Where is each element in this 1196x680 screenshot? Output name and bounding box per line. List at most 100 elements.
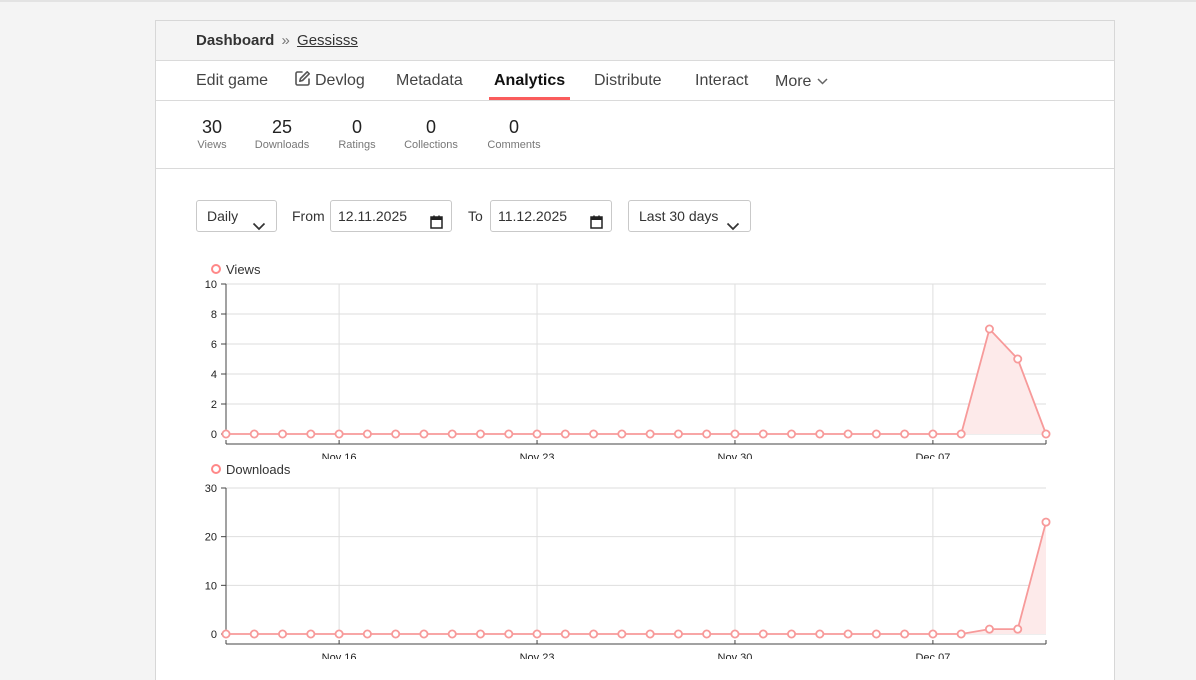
- data-point: [984, 324, 994, 334]
- tab-label: Interact: [695, 72, 749, 89]
- data-point: [447, 629, 457, 639]
- tab-interact[interactable]: Interact: [695, 61, 748, 101]
- breadcrumb-game-link[interactable]: Gessisss: [297, 32, 358, 49]
- data-point: [1013, 354, 1023, 364]
- stat-label: Collections: [404, 139, 458, 151]
- calendar-icon[interactable]: [590, 209, 603, 239]
- series-area: [226, 522, 1046, 634]
- tab-metadata[interactable]: Metadata: [396, 61, 463, 101]
- tab-label: Edit game: [196, 72, 269, 89]
- calendar-icon[interactable]: [430, 209, 443, 239]
- data-point: [334, 429, 344, 439]
- data-point: [984, 624, 994, 634]
- data-point: [815, 629, 825, 639]
- y-tick-label: 6: [211, 339, 217, 351]
- stat-label: Downloads: [254, 139, 310, 151]
- stat-value: 0: [351, 117, 362, 137]
- data-point: [843, 429, 853, 439]
- data-point: [475, 429, 485, 439]
- x-tick-label: Dec 07: [915, 452, 950, 459]
- breadcrumb: Dashboard » Gessisss: [156, 21, 1114, 61]
- stat-value: 0: [425, 117, 436, 137]
- tab-edit-game[interactable]: Edit game: [196, 61, 268, 101]
- data-point: [447, 429, 457, 439]
- y-tick-label: 10: [205, 580, 217, 592]
- data-point: [1041, 429, 1051, 439]
- y-tick-label: 20: [205, 532, 217, 544]
- data-point: [871, 629, 881, 639]
- data-point: [928, 629, 938, 639]
- y-tick-label: 0: [211, 429, 217, 441]
- tab-devlog[interactable]: Devlog: [294, 61, 365, 101]
- data-point: [758, 629, 768, 639]
- y-tick-label: 4: [211, 369, 217, 381]
- data-point: [278, 429, 288, 439]
- game-analytics-panel: Dashboard » Gessisss Edit game Devlog Me…: [155, 20, 1115, 680]
- x-tick-label: Nov 16: [322, 452, 357, 459]
- tab-label: Analytics: [494, 72, 566, 89]
- data-point: [221, 629, 231, 639]
- data-point: [532, 429, 542, 439]
- tab-label: More: [775, 73, 812, 90]
- data-point: [1013, 624, 1023, 634]
- series-line: [226, 327, 1047, 435]
- chevron-down-icon: [726, 211, 740, 241]
- data-point: [843, 629, 853, 639]
- stat-value: 25: [271, 117, 293, 137]
- x-tick-label: Nov 30: [718, 652, 753, 659]
- data-point: [871, 429, 881, 439]
- interval-select[interactable]: Daily: [196, 200, 277, 232]
- interval-value: Daily: [207, 208, 239, 224]
- data-point: [475, 629, 485, 639]
- data-point: [673, 629, 683, 639]
- series-line: [226, 521, 1047, 635]
- data-point: [419, 429, 429, 439]
- data-point: [419, 629, 429, 639]
- data-point: [928, 429, 938, 439]
- data-point: [532, 629, 542, 639]
- data-point: [362, 629, 372, 639]
- data-point: [900, 629, 910, 639]
- breadcrumb-separator: »: [281, 32, 290, 49]
- stat-label: Ratings: [338, 139, 376, 151]
- data-point: [673, 429, 683, 439]
- data-point: [702, 629, 712, 639]
- game-nav-tabs: Edit game Devlog Metadata Analytics Dist…: [156, 61, 1114, 101]
- range-select[interactable]: Last 30 days: [628, 200, 751, 232]
- data-point: [758, 429, 768, 439]
- data-point: [249, 629, 259, 639]
- breadcrumb-dashboard[interactable]: Dashboard: [196, 32, 274, 49]
- from-date-input[interactable]: 12.11.2025: [330, 200, 452, 232]
- stat-downloads: 25 Downloads: [252, 117, 312, 152]
- from-date-value: 12.11.2025: [338, 208, 408, 224]
- data-point: [391, 429, 401, 439]
- data-point: [617, 429, 627, 439]
- y-tick-label: 0: [211, 629, 217, 641]
- chevron-down-icon: [817, 61, 828, 101]
- data-point: [249, 429, 259, 439]
- stat-label: Views: [197, 139, 227, 151]
- y-tick-label: 10: [205, 279, 217, 291]
- tab-more[interactable]: More: [775, 61, 828, 101]
- stat-value: 30: [201, 117, 223, 137]
- data-point: [504, 629, 514, 639]
- tab-label: Distribute: [594, 72, 662, 89]
- stat-value: 0: [508, 117, 519, 137]
- from-label: From: [292, 208, 325, 224]
- y-tick-label: 30: [205, 483, 217, 495]
- tab-distribute[interactable]: Distribute: [594, 61, 662, 101]
- data-point: [504, 429, 514, 439]
- data-point: [362, 429, 372, 439]
- data-point: [334, 629, 344, 639]
- x-tick-label: Nov 23: [520, 452, 555, 459]
- data-point: [589, 629, 599, 639]
- data-point: [956, 429, 966, 439]
- data-point: [956, 629, 966, 639]
- downloads-chart-svg: 0 10 20 30 Nov 16 Nov 23 Nov 30 Dec 07: [205, 483, 1051, 659]
- data-point: [560, 629, 570, 639]
- to-label: To: [468, 208, 483, 224]
- data-point: [815, 429, 825, 439]
- x-tick-label: Dec 07: [915, 652, 950, 659]
- to-date-input[interactable]: 11.12.2025: [490, 200, 612, 232]
- tab-analytics[interactable]: Analytics: [488, 61, 571, 101]
